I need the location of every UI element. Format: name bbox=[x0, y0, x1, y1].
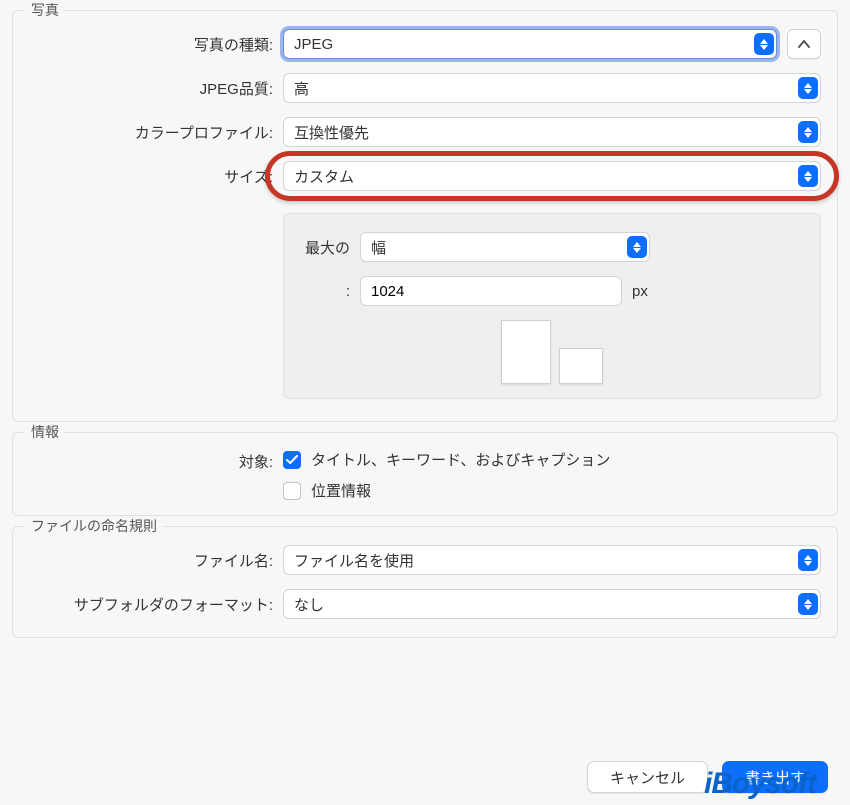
preview-thumbnails bbox=[304, 320, 800, 384]
target-label: 対象: bbox=[29, 449, 283, 472]
cancel-button[interactable]: キャンセル bbox=[587, 761, 708, 793]
export-label: 書き出す bbox=[745, 767, 805, 788]
filename-value: ファイル名を使用 bbox=[294, 550, 414, 571]
dimension-input[interactable] bbox=[360, 276, 622, 306]
updown-icon bbox=[754, 33, 774, 55]
size-value: カスタム bbox=[294, 166, 354, 187]
location-label: 位置情報 bbox=[311, 480, 371, 501]
dialog-footer: キャンセル 書き出す bbox=[587, 761, 828, 793]
naming-legend: ファイルの命名規則 bbox=[25, 516, 163, 536]
dimension-colon-label: : bbox=[304, 283, 360, 300]
subfolder-value: なし bbox=[294, 594, 324, 615]
filename-select[interactable]: ファイル名を使用 bbox=[283, 545, 821, 575]
title-keywords-checkbox[interactable] bbox=[283, 451, 301, 469]
updown-icon bbox=[798, 121, 818, 143]
color-profile-select[interactable]: 互換性優先 bbox=[283, 117, 821, 147]
color-profile-value: 互換性優先 bbox=[294, 122, 369, 143]
max-dimension-select[interactable]: 幅 bbox=[360, 232, 650, 262]
jpeg-quality-value: 高 bbox=[294, 78, 309, 99]
max-dimension-value: 幅 bbox=[371, 237, 386, 258]
export-button[interactable]: 書き出す bbox=[722, 761, 828, 793]
max-label: 最大の bbox=[304, 237, 360, 258]
color-profile-label: カラープロファイル: bbox=[29, 122, 283, 143]
size-subpanel: 最大の 幅 : px bbox=[283, 213, 821, 399]
subfolder-select[interactable]: なし bbox=[283, 589, 821, 619]
title-keywords-label: タイトル、キーワード、およびキャプション bbox=[311, 449, 610, 470]
jpeg-quality-label: JPEG品質: bbox=[29, 78, 283, 99]
collapse-button[interactable] bbox=[787, 29, 821, 59]
thumbnail-portrait bbox=[501, 320, 551, 384]
updown-icon bbox=[627, 236, 647, 258]
chevron-up-icon bbox=[798, 40, 810, 48]
photo-type-label: 写真の種類: bbox=[29, 34, 283, 55]
updown-icon bbox=[798, 593, 818, 615]
location-checkbox[interactable] bbox=[283, 482, 301, 500]
updown-icon bbox=[798, 549, 818, 571]
updown-icon bbox=[798, 77, 818, 99]
info-legend: 情報 bbox=[25, 422, 65, 442]
photo-type-select[interactable]: JPEG bbox=[283, 29, 777, 59]
info-section: 情報 対象: タイトル、キーワード、およびキャプション 位置情報 bbox=[12, 432, 838, 516]
updown-icon bbox=[798, 165, 818, 187]
subfolder-label: サブフォルダのフォーマット: bbox=[29, 594, 283, 615]
naming-section: ファイルの命名規則 ファイル名: ファイル名を使用 サブフォルダのフォーマット:… bbox=[12, 526, 838, 638]
jpeg-quality-select[interactable]: 高 bbox=[283, 73, 821, 103]
photo-section: 写真 写真の種類: JPEG JPEG品質: 高 カラープロファイル: 互換性優… bbox=[12, 10, 838, 422]
dimension-unit: px bbox=[632, 283, 648, 300]
cancel-label: キャンセル bbox=[610, 767, 685, 788]
size-label: サイズ: bbox=[29, 166, 283, 187]
photo-legend: 写真 bbox=[25, 0, 65, 20]
filename-label: ファイル名: bbox=[29, 550, 283, 571]
thumbnail-landscape bbox=[559, 348, 603, 384]
photo-type-value: JPEG bbox=[294, 36, 333, 53]
check-icon bbox=[286, 455, 298, 465]
size-select[interactable]: カスタム bbox=[283, 161, 821, 191]
